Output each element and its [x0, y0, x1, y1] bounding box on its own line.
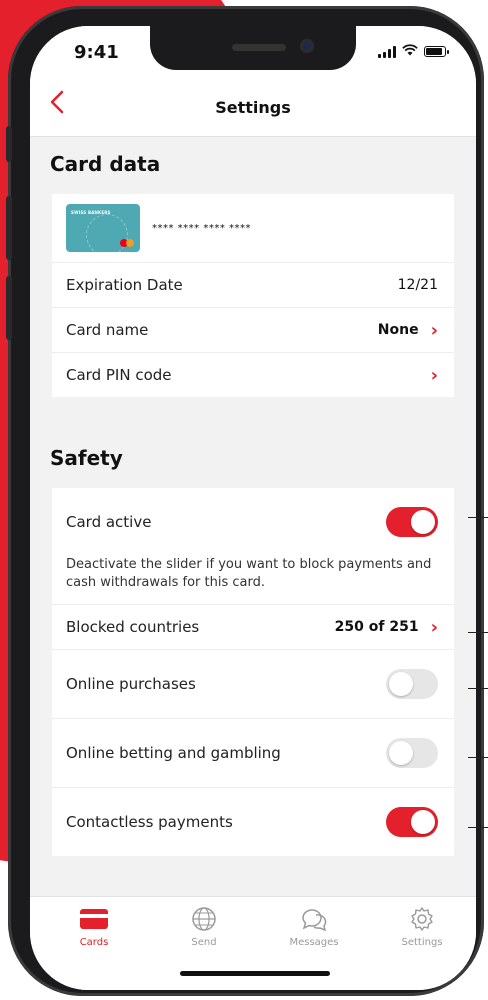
card-active-description: Deactivate the slider if you want to blo… [52, 556, 454, 605]
chevron-right-icon: › [430, 319, 438, 341]
gear-icon [382, 905, 462, 933]
tab-label: Cards [79, 937, 109, 948]
home-indicator [180, 971, 330, 976]
expiration-date-row: Expiration Date 12/21 [52, 263, 454, 308]
chevron-right-icon: › [430, 364, 438, 386]
chat-bubbles-icon [274, 905, 354, 933]
card-active-toggle[interactable] [386, 507, 438, 537]
online-purchases-row: Online purchases [52, 650, 454, 719]
phone-screen: 9:41 Settings Card data SWISS BANKERS **… [30, 26, 476, 990]
callout-line [468, 632, 488, 633]
tab-label: Send [191, 937, 217, 948]
globe-icon [164, 905, 244, 933]
tab-messages[interactable]: Messages [274, 905, 354, 948]
card-name-value: None [377, 322, 419, 338]
blocked-countries-label: Blocked countries [66, 618, 200, 636]
card-active-row: Card active [52, 488, 454, 556]
volume-down-button [6, 276, 12, 340]
expiration-date-label: Expiration Date [66, 276, 183, 294]
tab-settings[interactable]: Settings [382, 905, 462, 948]
mastercard-logo-icon [120, 239, 134, 247]
callout-line [468, 827, 488, 828]
phone-frame: 9:41 Settings Card data SWISS BANKERS **… [6, 6, 484, 996]
contactless-label: Contactless payments [66, 813, 233, 831]
card-thumbnail: SWISS BANKERS [66, 204, 140, 252]
card-preview-row[interactable]: SWISS BANKERS **** **** **** **** [52, 194, 454, 263]
blocked-countries-row[interactable]: Blocked countries 250 of 251 › [52, 605, 454, 650]
card-pin-label: Card PIN code [66, 366, 172, 384]
signal-icon [378, 45, 396, 58]
battery-icon [424, 46, 449, 57]
contactless-toggle[interactable] [386, 807, 438, 837]
camera [300, 39, 314, 53]
mute-switch [6, 126, 12, 162]
callout-line [468, 757, 488, 758]
card-data-panel: SWISS BANKERS **** **** **** **** Expira… [52, 194, 454, 397]
page-title: Settings [215, 98, 291, 117]
speaker [232, 44, 286, 51]
card-data-heading: Card data [50, 152, 161, 176]
online-betting-label: Online betting and gambling [66, 744, 281, 762]
card-name-label: Card name [66, 321, 149, 339]
callout-line [468, 517, 488, 518]
navigation-bar: Settings [30, 78, 476, 137]
status-time: 9:41 [74, 42, 119, 63]
tab-bar: Cards Send Messages Settings [30, 896, 476, 990]
online-betting-row: Online betting and gambling [52, 719, 454, 788]
notch [150, 26, 356, 70]
tab-cards[interactable]: Cards [54, 905, 134, 948]
blocked-countries-value: 250 of 251 [334, 619, 419, 635]
safety-panel: Card active Deactivate the slider if you… [52, 488, 454, 856]
tab-send[interactable]: Send [164, 905, 244, 948]
contactless-row: Contactless payments [52, 788, 454, 856]
callout-line [468, 688, 488, 689]
chevron-right-icon: › [430, 616, 438, 638]
safety-heading: Safety [50, 446, 123, 470]
card-pin-row[interactable]: Card PIN code › [52, 353, 454, 397]
wifi-icon [402, 44, 418, 59]
masked-card-number: **** **** **** **** [152, 222, 252, 234]
status-icons [378, 44, 449, 59]
card-icon [54, 905, 134, 933]
card-active-label: Card active [66, 513, 152, 531]
online-purchases-label: Online purchases [66, 675, 196, 693]
volume-up-button [6, 196, 12, 260]
online-purchases-toggle[interactable] [386, 669, 438, 699]
tab-label: Settings [401, 937, 443, 948]
expiration-date-value: 12/21 [397, 277, 438, 293]
tab-label: Messages [289, 937, 339, 948]
card-brand-text: SWISS BANKERS [71, 210, 111, 215]
card-name-row[interactable]: Card name None › [52, 308, 454, 353]
online-betting-toggle[interactable] [386, 738, 438, 768]
